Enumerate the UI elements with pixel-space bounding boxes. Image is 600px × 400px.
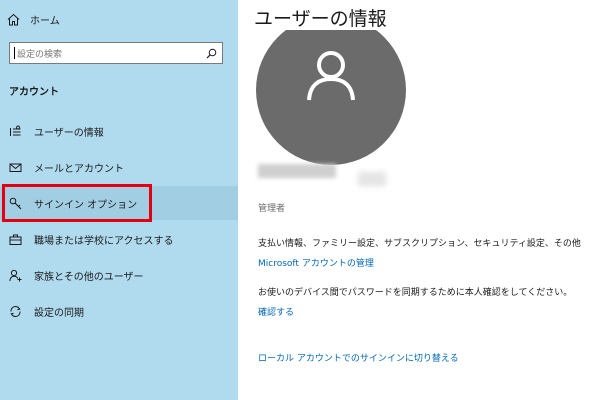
- billing-info-text: 支払い情報、ファミリー設定、サブスクリプション、セキュリティ設定、その他: [258, 239, 581, 249]
- switch-local-account-link[interactable]: ローカル アカウントでのサインインに切り替える: [258, 351, 459, 364]
- account-role: 管理者: [258, 204, 286, 214]
- manage-microsoft-account-link[interactable]: Microsoft アカウントの管理: [258, 256, 374, 269]
- sidebar-item-sync-settings[interactable]: 設定の同期: [0, 294, 238, 328]
- search-input[interactable]: 設定の検索: [9, 42, 223, 64]
- sidebar-item-mail-accounts[interactable]: メールとアカウント: [0, 150, 238, 184]
- mail-icon: [8, 160, 22, 174]
- sync-icon: [8, 304, 22, 318]
- home-label: ホーム: [30, 15, 60, 27]
- text-caret: [14, 47, 15, 59]
- main-content: ユーザーの情報 管理者 支払い情報、ファミリー設定、サブスクリプション、セキュリ…: [238, 0, 600, 400]
- section-title: アカウント: [9, 87, 59, 98]
- blurred-user-email: [358, 172, 386, 186]
- home-link[interactable]: ホーム: [6, 9, 60, 29]
- sidebar-item-label: ユーザーの情報: [34, 127, 104, 139]
- blurred-user-name: [258, 164, 336, 178]
- search-placeholder: 設定の検索: [17, 49, 63, 60]
- home-icon: [6, 12, 20, 26]
- verify-identity-text: お使いのデバイス間でパスワードを同期するために本人確認をしてください。: [258, 288, 573, 298]
- sidebar-item-family-users[interactable]: 家族とその他のユーザー: [0, 258, 238, 292]
- sidebar-item-label: 家族とその他のユーザー: [34, 271, 144, 283]
- person-icon: [307, 51, 355, 101]
- sidebar: ホーム 設定の検索 アカウント ユーザーの情報 メールとアカウント サインイン …: [0, 0, 238, 400]
- verify-link[interactable]: 確認する: [258, 305, 294, 318]
- sidebar-item-label: 職場または学校にアクセスする: [34, 235, 174, 247]
- sidebar-item-label: メールとアカウント: [34, 163, 124, 175]
- user-info-icon: [8, 124, 22, 138]
- briefcase-icon: [8, 232, 22, 246]
- page-title: ユーザーの情報: [254, 8, 387, 30]
- avatar: [256, 30, 406, 165]
- sidebar-item-work-school[interactable]: 職場または学校にアクセスする: [0, 222, 238, 256]
- sidebar-item-user-info[interactable]: ユーザーの情報: [0, 114, 238, 148]
- search-icon[interactable]: [204, 46, 218, 60]
- sidebar-item-label: 設定の同期: [34, 307, 84, 319]
- highlight-annotation-box: [2, 184, 152, 222]
- person-add-icon: [8, 268, 22, 282]
